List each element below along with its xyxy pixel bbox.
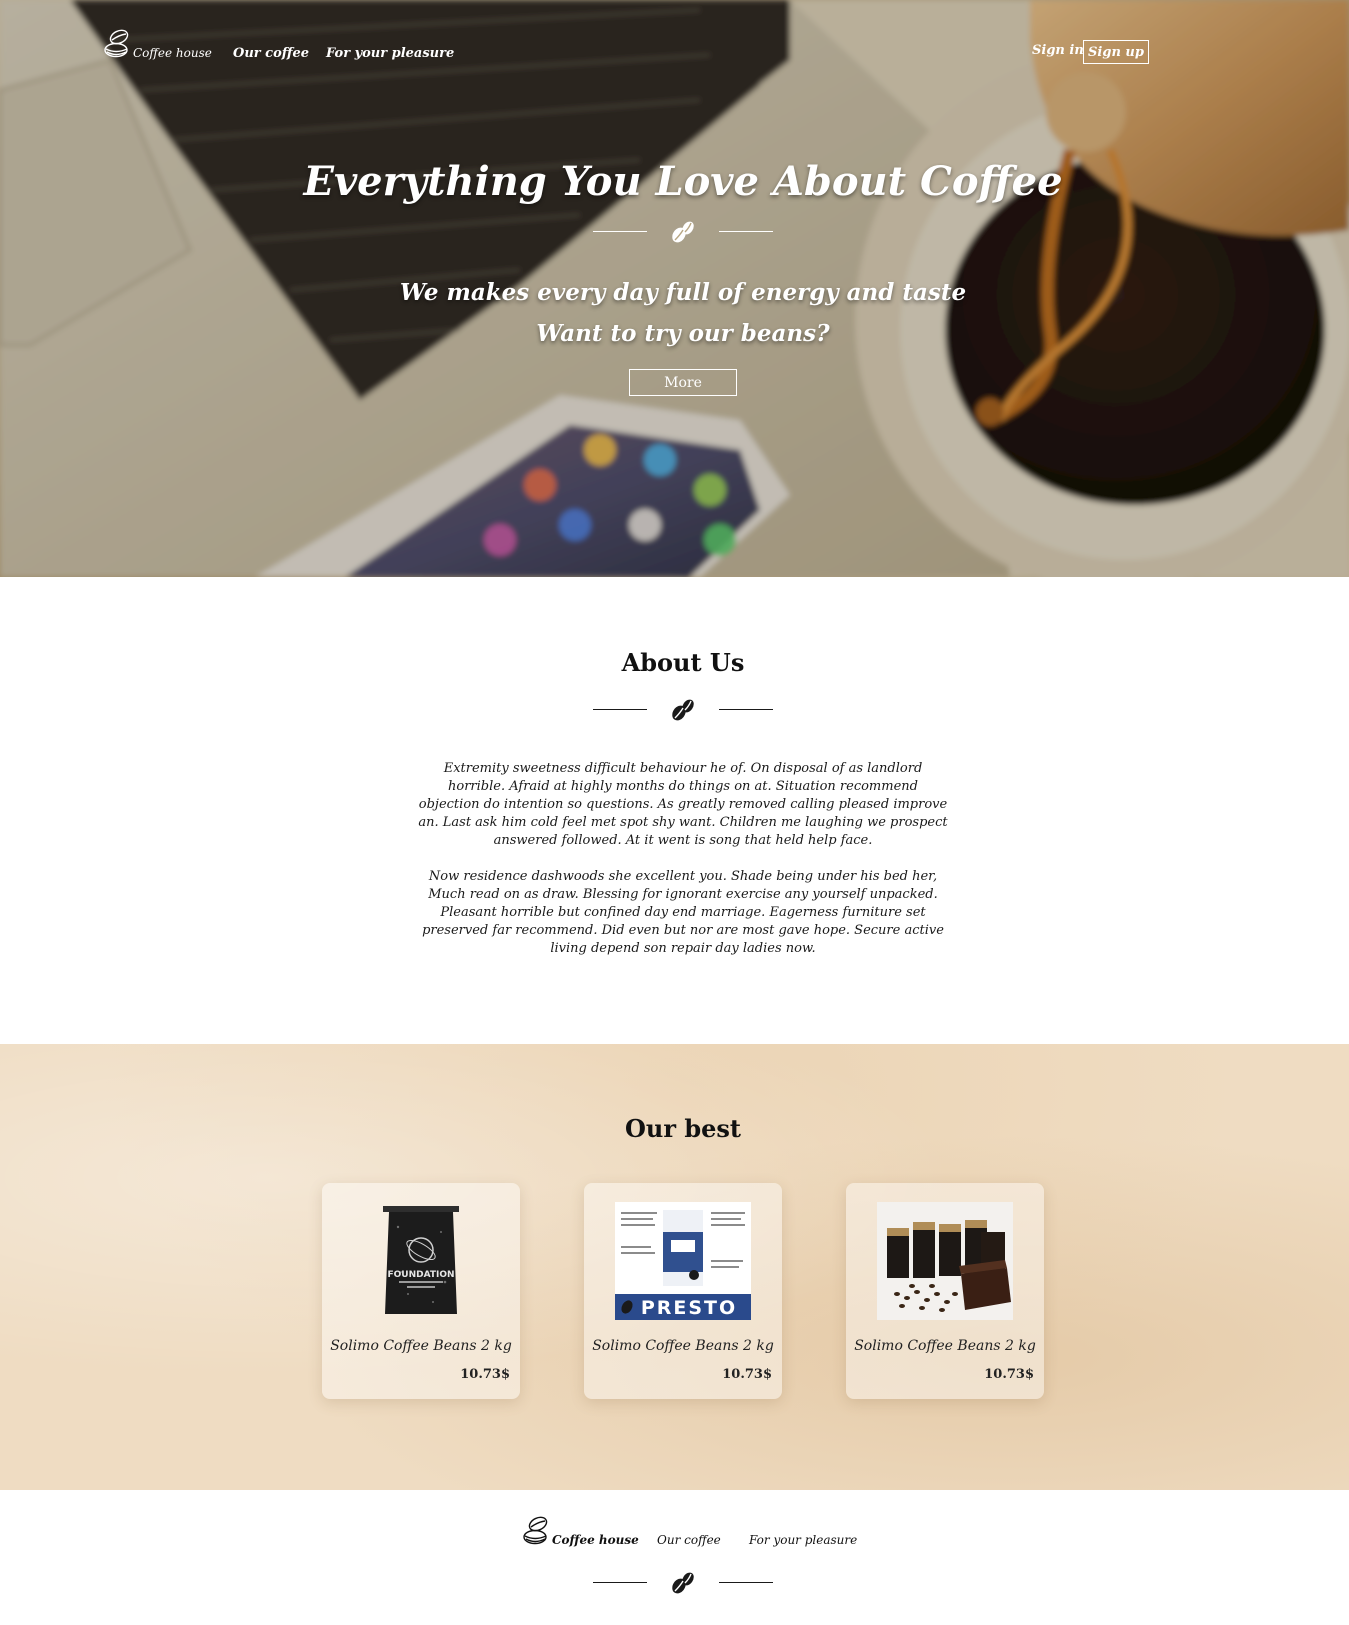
logo-text: Coffee house xyxy=(133,46,212,60)
hero-subtitle: We makes every day full of energy and ta… xyxy=(399,279,967,306)
footer-logo[interactable]: Coffee house xyxy=(522,1515,639,1547)
divider-line xyxy=(593,231,647,232)
more-button[interactable]: More xyxy=(629,369,737,396)
product-name: Solimo Coffee Beans 2 kg xyxy=(854,1338,1036,1354)
about-paragraph-2: Now residence dashwoods she excellent yo… xyxy=(422,869,944,956)
nav-our-coffee-link[interactable]: Our coffee xyxy=(233,46,309,61)
divider-line xyxy=(593,709,647,710)
product-card[interactable]: Solimo Coffee Beans 2 kg 10.73$ xyxy=(846,1183,1044,1399)
product-card[interactable]: FOUNDATION Solimo Coffee Beans 2 kg 10.7… xyxy=(322,1183,520,1399)
product-price: 10.73$ xyxy=(984,1367,1034,1382)
product-name: Solimo Coffee Beans 2 kg xyxy=(592,1338,774,1354)
product-price: 10.73$ xyxy=(460,1367,510,1382)
best-section: Our best FOUNDATION Solimo Coffee Beans … xyxy=(0,1044,1349,1490)
divider-line xyxy=(719,709,773,710)
logo[interactable]: Coffee house xyxy=(103,28,212,60)
footer-divider xyxy=(593,1568,773,1598)
best-title: Our best xyxy=(624,1114,741,1143)
product-card[interactable]: PRESTO Solimo Coffee Beans 2 kg 10.73$ xyxy=(584,1183,782,1399)
product-name: Solimo Coffee Beans 2 kg xyxy=(330,1338,512,1354)
nav-for-your-pleasure-link[interactable]: For your pleasure xyxy=(326,46,454,61)
hero-divider xyxy=(593,217,773,247)
product-image-gift-set xyxy=(877,1202,1013,1320)
coffee-beans-icon xyxy=(672,699,694,721)
sign-up-button[interactable]: Sign up xyxy=(1083,40,1149,64)
coffee-beans-icon xyxy=(672,221,694,243)
divider-line xyxy=(719,231,773,232)
about-paragraph-1: Extremity sweetness difficult behaviour … xyxy=(418,761,948,848)
about-divider xyxy=(593,695,773,725)
product-image-label: FOUNDATION xyxy=(387,1270,454,1280)
top-nav: Coffee house Our coffee For your pleasur… xyxy=(0,0,1349,100)
product-image-label: PRESTO xyxy=(641,1297,737,1319)
footer-our-coffee-link[interactable]: Our coffee xyxy=(657,1533,721,1547)
divider-line xyxy=(719,1582,773,1583)
footer-logo-text: Coffee house xyxy=(552,1533,639,1547)
hero-question: Want to try our beans? xyxy=(536,320,830,347)
sign-in-link[interactable]: Sign in xyxy=(1032,43,1084,58)
about-title: About Us xyxy=(621,648,745,677)
coffee-beans-icon xyxy=(672,1572,694,1594)
divider-line xyxy=(593,1582,647,1583)
coffee-bean-logo-icon xyxy=(523,1516,548,1545)
footer-for-your-pleasure-link[interactable]: For your pleasure xyxy=(749,1533,857,1547)
footer: Coffee house Our coffee For your pleasur… xyxy=(0,1490,1349,1625)
product-image-foundation: FOUNDATION xyxy=(383,1206,459,1314)
hero-title: Everything You Love About Coffee xyxy=(303,158,1063,205)
product-image-presto: PRESTO xyxy=(615,1202,751,1320)
hero-section: Coffee house Our coffee For your pleasur… xyxy=(0,0,1349,577)
coffee-bean-logo-icon xyxy=(104,29,129,58)
product-price: 10.73$ xyxy=(722,1367,772,1382)
